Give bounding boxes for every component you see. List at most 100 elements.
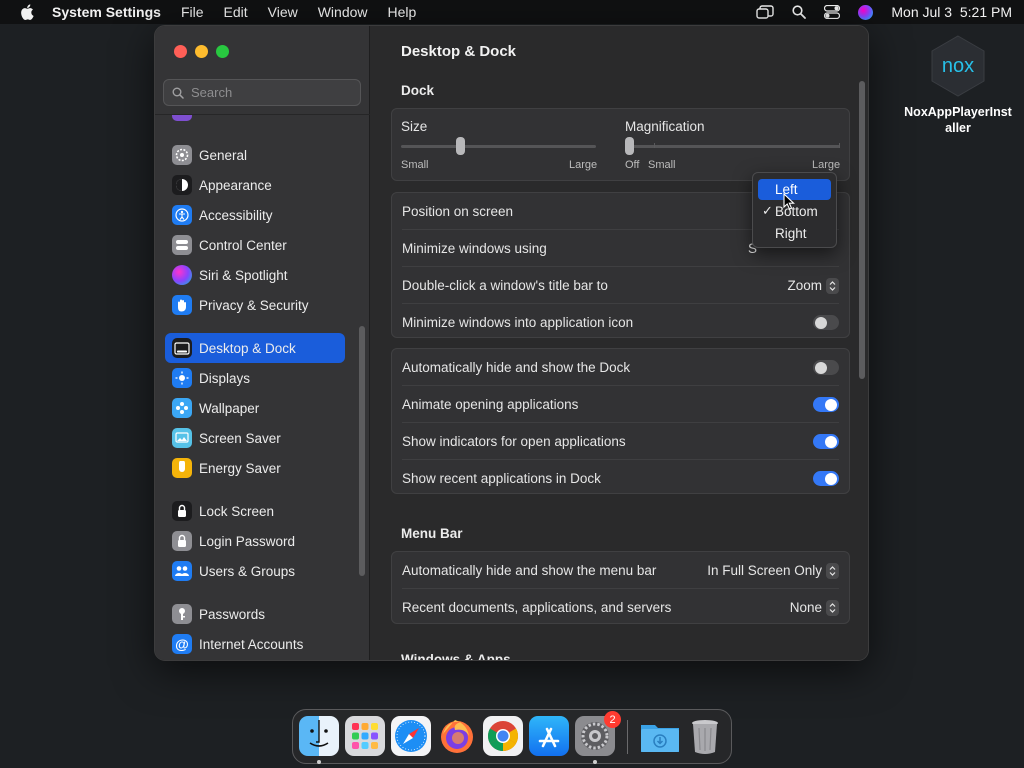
sidebar-item-screen-saver[interactable]: Screen Saver [165,423,345,453]
double-click-value: Zoom [787,278,822,293]
sidebar-item-general[interactable]: General [165,140,345,170]
search-field[interactable] [163,79,361,106]
dock-system-settings-icon[interactable]: 2 [575,711,621,756]
sidebar-item-label: Passwords [199,606,266,622]
recent-apps-row: Show recent applications in Dock [402,460,839,497]
window-controls [174,45,229,58]
sidebar-item-energy-saver[interactable]: Energy Saver [165,453,345,483]
sidebar-item-label: Users & Groups [199,563,296,579]
running-indicator [317,760,321,764]
size-slider-track[interactable] [401,145,596,148]
sidebar-item-passwords[interactable]: Passwords [165,599,345,629]
siri-icon [172,265,192,285]
content-scrollbar[interactable] [859,81,865,379]
double-click-popup[interactable]: Zoom [787,277,839,294]
autohide-dock-row: Automatically hide and show the Dock [402,349,839,386]
search-input[interactable] [191,85,351,100]
menu-app-name[interactable]: System Settings [52,4,161,20]
minimize-into-icon-row: Minimize windows into application icon [402,304,839,341]
menu-file[interactable]: File [181,4,204,20]
indicators-label: Show indicators for open applications [402,434,626,449]
double-click-row[interactable]: Double-click a window's title bar to Zoo… [402,267,839,304]
popup-option-right[interactable]: Right [758,223,831,244]
menu-bar-card: Automatically hide and show the menu bar… [391,551,850,624]
dock-firefox-icon[interactable] [437,716,477,756]
sidebar: General Appearance Accessibility Control… [155,26,370,660]
control-center-icon [172,235,192,255]
menu-view[interactable]: View [268,4,298,20]
checkmark-icon: ✓ [762,203,773,218]
menubar-autohide-row[interactable]: Automatically hide and show the menu bar… [402,552,839,589]
apple-icon[interactable] [20,4,34,20]
stepper-icon [826,277,839,294]
energy-icon [172,458,192,478]
sidebar-item-internet-accounts[interactable]: @ Internet Accounts [165,629,345,659]
menu-window[interactable]: Window [318,4,368,20]
size-slider-knob[interactable] [455,137,465,155]
sidebar-list: General Appearance Accessibility Control… [155,114,370,660]
size-min-label: Small [401,159,429,171]
dock-chrome-icon[interactable] [483,716,523,756]
sidebar-item-lock-screen[interactable]: Lock Screen [165,496,345,526]
dock-finder-icon[interactable] [299,716,339,756]
menu-help[interactable]: Help [388,4,417,20]
stage-manager-icon[interactable] [756,5,775,19]
sidebar-item-privacy-security[interactable]: Privacy & Security [165,290,345,320]
magnification-max-label: Large [812,159,841,171]
animate-toggle[interactable] [813,397,839,412]
screen-saver-icon [172,428,192,448]
menu-bar: System Settings File Edit View Window He… [0,0,1024,24]
desktop-icon-nox-installer[interactable]: nox NoxAppPlayerInst aller [898,34,1018,136]
sidebar-item-siri-spotlight[interactable]: Siri & Spotlight [165,260,345,290]
indicators-toggle[interactable] [813,434,839,449]
menubar-autohide-popup[interactable]: In Full Screen Only [707,562,839,579]
sidebar-item-login-password[interactable]: Login Password [165,526,345,556]
minimize-button[interactable] [195,45,208,58]
sidebar-item-control-center[interactable]: Control Center [165,230,345,260]
sidebar-item-label: Control Center [199,237,287,253]
magnification-min-label: Small [648,159,676,171]
notification-badge: 2 [604,711,621,728]
sidebar-item-accessibility[interactable]: Accessibility [165,200,345,230]
magnification-slider-track[interactable] [625,145,840,148]
system-settings-window: General Appearance Accessibility Control… [154,25,869,661]
dock-app-store-icon[interactable] [529,716,569,756]
recent-docs-popup[interactable]: None [790,599,839,616]
recent-apps-toggle[interactable] [813,471,839,486]
minimize-into-icon-toggle[interactable] [813,315,839,330]
menubar-clock[interactable]: Mon Jul 3 5:21 PM [891,4,1012,20]
dock-trash-icon[interactable] [685,716,725,756]
close-button[interactable] [174,45,187,58]
dock-downloads-folder-icon[interactable] [639,716,679,756]
nox-logo-icon: nox [926,34,990,98]
sidebar-item-label: Accessibility [199,207,273,223]
spotlight-search-icon[interactable] [792,5,807,19]
size-label: Size [401,119,428,134]
magnification-slider-knob[interactable] [625,137,634,155]
siri-icon[interactable] [858,4,874,20]
autohide-dock-toggle[interactable] [813,360,839,375]
sidebar-scrollbar[interactable] [359,326,365,576]
size-max-label: Large [569,159,598,171]
sidebar-item-appearance[interactable]: Appearance [165,170,345,200]
popup-option-label: Right [775,226,807,241]
dock-launchpad-icon[interactable] [345,716,385,756]
minimize-into-icon-label: Minimize windows into application icon [402,315,634,330]
magnification-tick [839,143,840,148]
sidebar-item-label: Appearance [199,177,272,193]
sidebar-item-label: Siri & Spotlight [199,267,288,283]
sidebar-item-users-groups[interactable]: Users & Groups [165,556,345,586]
animate-label: Animate opening applications [402,397,579,412]
dock-safari-icon[interactable] [391,716,431,756]
sidebar-item-displays[interactable]: Displays [165,363,345,393]
menu-edit[interactable]: Edit [224,4,248,20]
sidebar-item-wallpaper[interactable]: Wallpaper [165,393,345,423]
double-click-label: Double-click a window's title bar to [402,278,608,293]
control-center-icon[interactable] [824,5,841,19]
page-title: Desktop & Dock [401,43,517,60]
recent-docs-row[interactable]: Recent documents, applications, and serv… [402,589,839,626]
animate-row: Animate opening applications [402,386,839,423]
partial-sidebar-icon [172,115,192,121]
zoom-button[interactable] [216,45,229,58]
sidebar-item-desktop-dock[interactable]: Desktop & Dock [165,333,345,363]
